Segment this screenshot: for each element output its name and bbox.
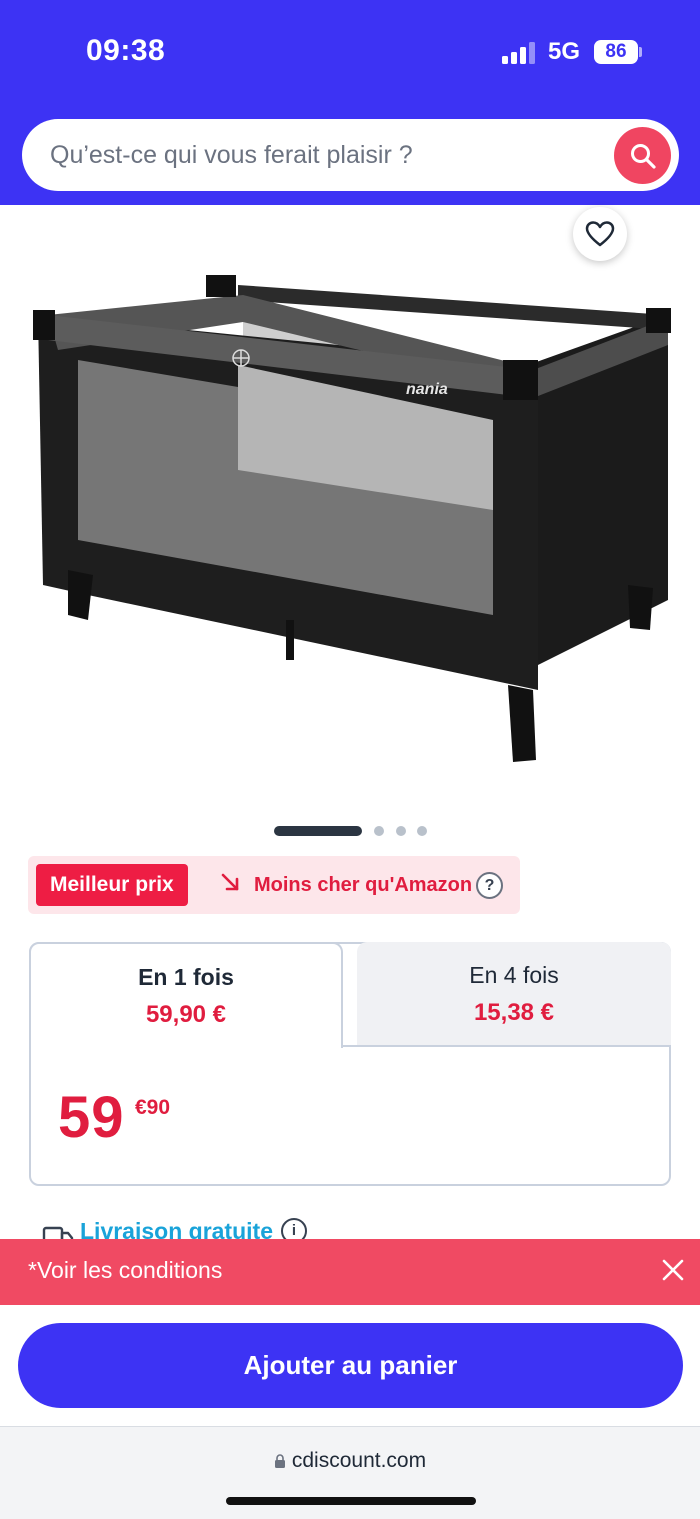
price-integer: 59 bbox=[58, 1085, 125, 1150]
browser-url-bar[interactable]: cdiscount.com bbox=[0, 1449, 700, 1473]
browser-bottom-bar: cdiscount.com bbox=[0, 1427, 700, 1519]
favorite-button[interactable] bbox=[573, 207, 627, 261]
home-indicator[interactable] bbox=[226, 1497, 476, 1505]
search-bar[interactable] bbox=[22, 119, 679, 191]
signal-icon bbox=[502, 40, 538, 64]
product-price: 59 €90 bbox=[58, 1084, 170, 1151]
tab-label: En 4 fois bbox=[469, 962, 559, 988]
heart-icon bbox=[585, 221, 615, 247]
tab-price: 15,38 € bbox=[473, 999, 555, 1026]
tab-pay-1-time[interactable]: En 1 fois 59,90 € bbox=[29, 942, 343, 1048]
app-header: 09:38 5G 86 bbox=[0, 0, 700, 205]
close-icon[interactable] bbox=[656, 1253, 690, 1287]
help-icon[interactable]: ? bbox=[476, 872, 503, 899]
tab-label: En 1 fois bbox=[138, 964, 234, 990]
product-image: nania bbox=[33, 275, 671, 762]
search-icon bbox=[630, 143, 656, 169]
tab-price: 59,90 € bbox=[145, 1001, 227, 1028]
lock-icon bbox=[274, 1454, 285, 1468]
status-bar: 09:38 5G 86 bbox=[0, 0, 700, 100]
brand-logo: nania bbox=[406, 381, 448, 398]
price-badges: Meilleur prix Moins cher qu'Amazon ? bbox=[28, 856, 520, 914]
search-input[interactable] bbox=[50, 119, 590, 191]
search-button[interactable] bbox=[614, 127, 671, 184]
tab-pay-4-times[interactable]: En 4 fois 15,38 € bbox=[357, 942, 671, 1046]
conditions-text[interactable]: *Voir les conditions bbox=[28, 1257, 222, 1284]
battery-icon: 86 bbox=[594, 40, 638, 64]
pagination-dot[interactable] bbox=[417, 826, 427, 836]
network-type: 5G bbox=[548, 38, 581, 65]
pagination-dot-active[interactable] bbox=[274, 826, 362, 836]
arrow-down-right-icon bbox=[221, 873, 239, 891]
gallery-pagination[interactable] bbox=[274, 826, 434, 838]
tab-divider bbox=[343, 1045, 671, 1047]
cheaper-than-amazon: Moins cher qu'Amazon bbox=[254, 874, 473, 896]
battery-cap bbox=[639, 47, 642, 57]
conditions-banner[interactable]: *Voir les conditions bbox=[0, 1239, 700, 1305]
price-cents: €90 bbox=[135, 1096, 171, 1119]
best-price-badge: Meilleur prix bbox=[36, 864, 188, 906]
status-time: 09:38 bbox=[86, 34, 166, 67]
browser-url: cdiscount.com bbox=[291, 1449, 427, 1472]
cart-footer: Ajouter au panier bbox=[0, 1305, 700, 1427]
pagination-dot[interactable] bbox=[374, 826, 384, 836]
pagination-dot[interactable] bbox=[396, 826, 406, 836]
add-to-cart-button[interactable]: Ajouter au panier bbox=[18, 1323, 683, 1408]
